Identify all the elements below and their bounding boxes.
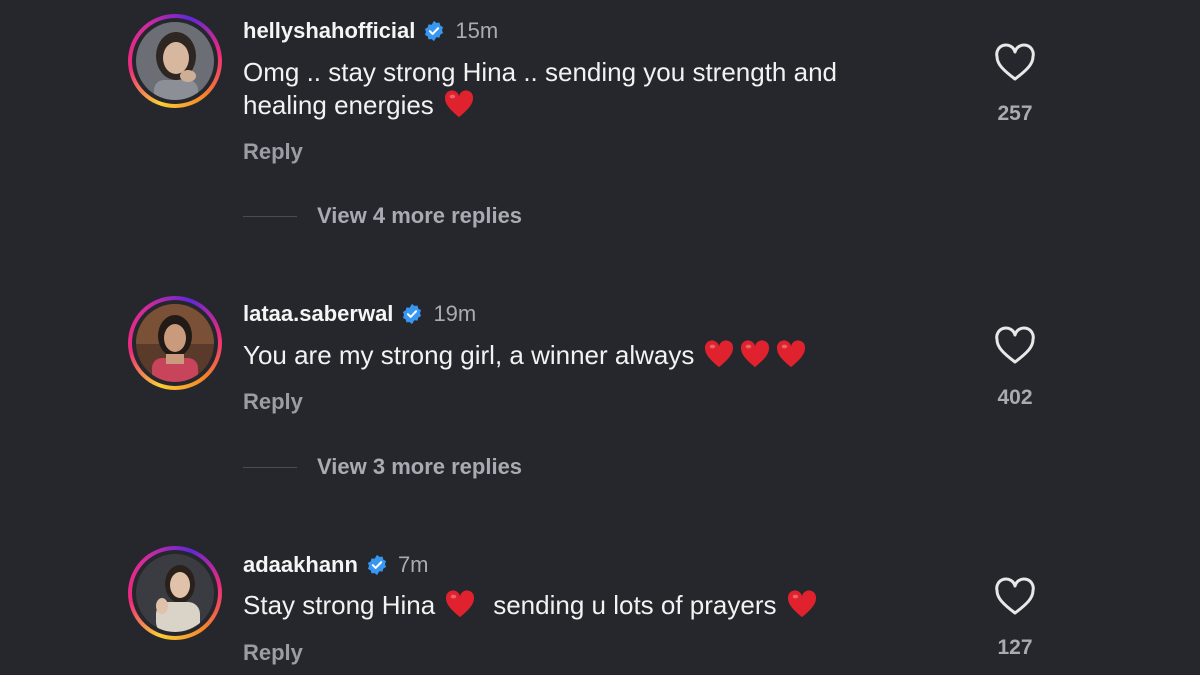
view-replies-button[interactable]: View 3 more replies	[243, 454, 522, 480]
username[interactable]: adaakhann	[243, 552, 358, 578]
verified-badge-icon	[403, 303, 422, 325]
avatar	[136, 22, 214, 100]
red-heart-emoji	[444, 90, 473, 118]
comment-text: You are my strong girl, a winner always	[243, 339, 943, 372]
comment-time: 7m	[397, 552, 429, 577]
view-replies-label[interactable]: View 3 more replies	[317, 454, 522, 480]
like-count: 402	[997, 386, 1033, 409]
comment-text: Omg .. stay strong Hina .. sending you s…	[243, 56, 943, 122]
avatar	[136, 304, 214, 382]
avatar-story-ring[interactable]	[128, 546, 222, 640]
red-heart-emoji	[787, 590, 816, 618]
like-count: 257	[997, 102, 1033, 125]
avatar-story-ring[interactable]	[128, 296, 222, 390]
verified-badge-icon	[425, 20, 444, 42]
reply-button[interactable]: Reply	[243, 139, 303, 165]
red-heart-emoji	[741, 340, 770, 368]
comment-text-line-1: Omg .. stay strong Hina .. sending you s…	[243, 57, 837, 87]
comment-time: 15m	[455, 18, 499, 43]
comment-text-line-2: healing energies	[243, 89, 943, 122]
reply-thread-line	[243, 466, 297, 468]
avatar-story-ring[interactable]	[128, 14, 222, 108]
reply-button[interactable]: Reply	[243, 389, 303, 415]
red-heart-emoji	[705, 340, 734, 368]
heart-outline-icon[interactable]	[994, 326, 1036, 366]
red-heart-emoji	[777, 340, 806, 368]
username[interactable]: lataa.saberwal	[243, 301, 393, 327]
red-heart-emoji	[446, 590, 475, 618]
view-replies-button[interactable]: View 4 more replies	[243, 203, 522, 229]
heart-outline-icon[interactable]	[994, 43, 1036, 83]
avatar	[136, 554, 214, 632]
reply-thread-line	[243, 215, 297, 217]
username[interactable]: hellyshahofficial	[243, 18, 415, 44]
comment-text: Stay strong Hina sending u lots of prayer…	[243, 589, 943, 622]
verified-badge-icon	[367, 554, 387, 576]
heart-outline-icon[interactable]	[994, 577, 1036, 617]
like-count: 127	[997, 636, 1033, 659]
view-replies-label[interactable]: View 4 more replies	[317, 203, 522, 229]
comment-time: 19m	[433, 301, 477, 326]
reply-button[interactable]: Reply	[243, 640, 303, 666]
